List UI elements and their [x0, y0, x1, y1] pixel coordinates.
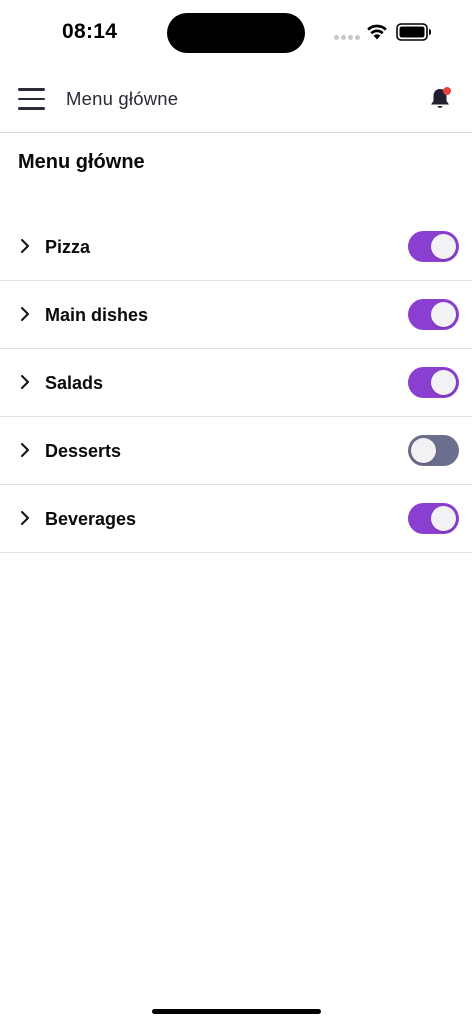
- category-toggle[interactable]: [408, 231, 459, 262]
- toggle-knob: [411, 438, 436, 463]
- category-toggle[interactable]: [408, 435, 459, 466]
- chevron-right-icon: [21, 239, 29, 253]
- category-row-salads[interactable]: Salads: [0, 349, 472, 417]
- header-title: Menu główne: [66, 88, 179, 109]
- category-label: Desserts: [45, 441, 122, 461]
- category-label: Main dishes: [45, 305, 149, 325]
- status-bar: 08:14: [0, 0, 472, 64]
- battery-icon: [396, 23, 431, 41]
- hamburger-icon[interactable]: [18, 88, 45, 110]
- notification-dot: [443, 87, 451, 95]
- category-toggle[interactable]: [408, 503, 459, 534]
- toggle-knob: [431, 234, 456, 259]
- category-label: Pizza: [45, 237, 91, 257]
- category-label: Beverages: [45, 509, 137, 529]
- chevron-right-icon: [21, 375, 29, 389]
- category-label: Salads: [45, 373, 104, 393]
- category-list: Pizza Main dishes Salads Desserts Bevera…: [0, 213, 472, 553]
- category-row-pizza[interactable]: Pizza: [0, 213, 472, 281]
- chevron-right-icon: [21, 443, 29, 457]
- app-header: Menu główne: [0, 64, 472, 133]
- dynamic-island: [167, 13, 305, 53]
- chevron-right-icon: [21, 307, 29, 321]
- wifi-icon: [367, 24, 387, 40]
- category-row-main-dishes[interactable]: Main dishes: [0, 281, 472, 349]
- home-indicator[interactable]: [152, 1009, 321, 1014]
- category-row-beverages[interactable]: Beverages: [0, 485, 472, 553]
- category-toggle[interactable]: [408, 299, 459, 330]
- toggle-knob: [431, 302, 456, 327]
- toggle-knob: [431, 506, 456, 531]
- status-time: 08:14: [62, 20, 118, 43]
- bell-icon[interactable]: [427, 85, 455, 113]
- toggle-knob: [431, 370, 456, 395]
- category-toggle[interactable]: [408, 367, 459, 398]
- chevron-right-icon: [21, 511, 29, 525]
- page-title: Menu główne: [18, 151, 145, 173]
- category-row-desserts[interactable]: Desserts: [0, 417, 472, 485]
- cellular-signal-icon: [334, 35, 360, 40]
